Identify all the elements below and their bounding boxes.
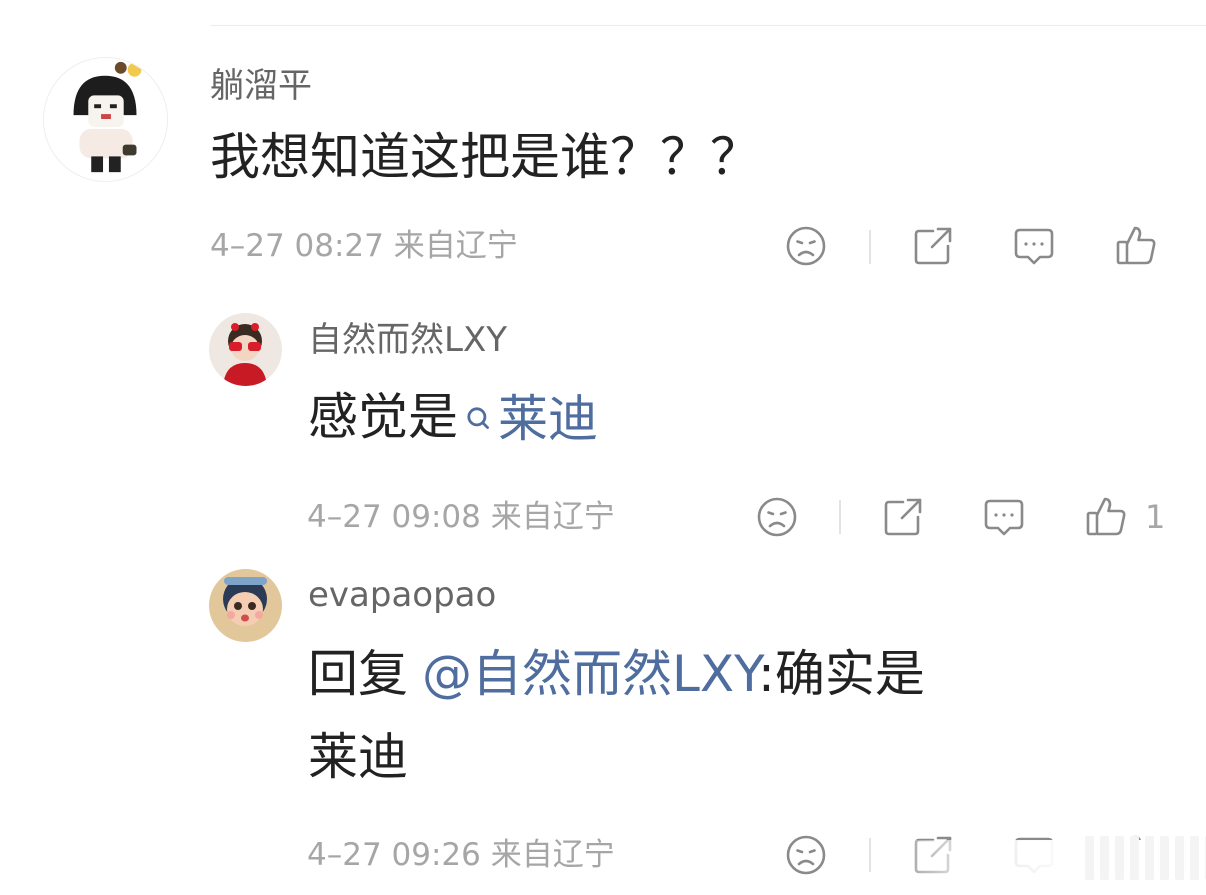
search-link-text[interactable]: 莱迪	[498, 389, 598, 449]
comment-text: 感觉是 莱迪	[308, 387, 598, 449]
dislike-button[interactable]	[783, 832, 829, 878]
top-divider	[210, 25, 1206, 26]
avatar[interactable]	[43, 57, 168, 182]
comment-text-line2: 莱迪	[308, 728, 408, 786]
comment-meta: 4–27 09:26 来自辽宁	[307, 837, 615, 873]
comment-author[interactable]: 躺溜平	[210, 66, 312, 106]
dislike-button[interactable]	[783, 223, 829, 269]
search-link[interactable]: 莱迪	[458, 389, 598, 449]
dislike-face-icon	[786, 835, 826, 875]
comment-meta: 4–27 09:08 来自辽宁	[307, 499, 615, 535]
comment-button[interactable]	[981, 494, 1027, 540]
share-icon	[914, 227, 952, 265]
comment-author[interactable]: 自然而然LXY	[308, 320, 507, 360]
action-separator	[869, 230, 871, 264]
comment-icon	[1014, 228, 1054, 265]
reply-prefix: 回复	[308, 645, 408, 703]
like-button[interactable]	[1113, 223, 1159, 269]
comment-button[interactable]	[1011, 223, 1057, 269]
like-button[interactable]	[1083, 494, 1129, 540]
share-button[interactable]	[880, 494, 926, 540]
reply-suffix: :确实是	[758, 645, 925, 703]
share-icon	[884, 498, 922, 536]
like-count: 1	[1145, 498, 1166, 536]
mention-link[interactable]: @自然而然LXY	[422, 645, 758, 703]
comment-text-prefix: 感觉是	[308, 388, 458, 446]
dislike-button[interactable]	[754, 494, 800, 540]
like-thumb-icon	[1116, 226, 1156, 265]
comment-icon	[984, 499, 1024, 536]
share-button[interactable]	[910, 223, 956, 269]
like-thumb-icon	[1086, 497, 1126, 536]
avatar[interactable]	[209, 569, 282, 642]
comment-meta: 4–27 08:27 来自辽宁	[210, 228, 518, 264]
comment-text: 我想知道这把是谁？？？	[210, 128, 760, 186]
comment-text: 回复 @自然而然LXY:确实是	[308, 644, 925, 704]
comment-author[interactable]: evapaopao	[308, 575, 496, 615]
watermark	[1085, 836, 1206, 880]
search-icon	[467, 407, 489, 429]
dislike-face-icon	[786, 226, 826, 266]
avatar[interactable]	[209, 313, 282, 386]
action-separator	[869, 838, 871, 872]
dislike-face-icon	[757, 497, 797, 537]
action-separator	[839, 500, 841, 534]
